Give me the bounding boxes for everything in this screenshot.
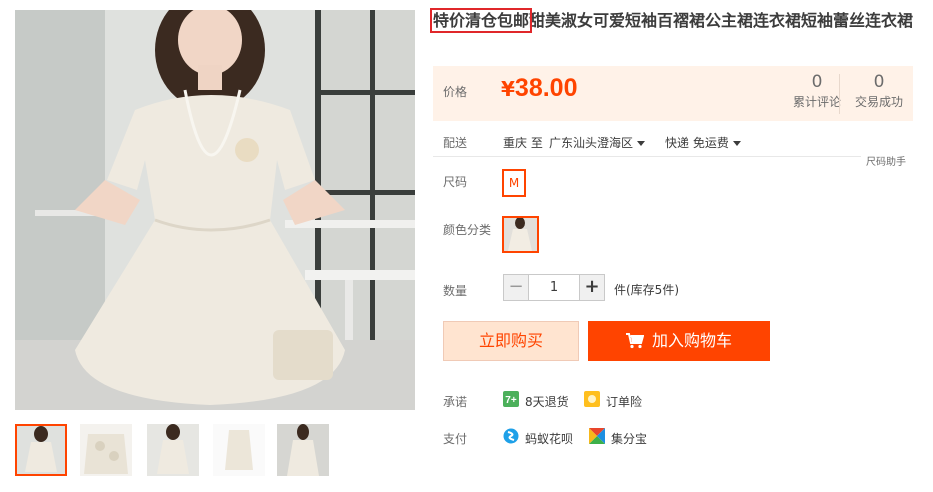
stat-divider: [839, 74, 840, 114]
reviews-count: 0: [811, 72, 823, 92]
size-label: 尺码: [443, 175, 468, 189]
quantity-increase-button[interactable]: +: [579, 274, 605, 301]
jifenbao-link[interactable]: 集分宝: [611, 430, 647, 447]
size-option-m[interactable]: M: [502, 169, 526, 197]
promise-label: 承诺: [443, 395, 468, 409]
title-text: 甜美淑女可爱短袖百褶裙公主裙连衣裙短袖蕾丝连衣裙: [529, 11, 914, 30]
thumbnail-1[interactable]: [15, 424, 67, 476]
thumbnail-3[interactable]: [147, 424, 199, 476]
price-number: 38.00: [514, 74, 578, 102]
thumbnail-image: [80, 424, 132, 476]
thumbnail-image: [17, 426, 65, 474]
thumbnail-5[interactable]: [277, 424, 329, 476]
reviews-stat[interactable]: 0 累计评论: [787, 71, 847, 110]
huabei-icon: [503, 428, 519, 444]
thumbnail-strip: [15, 424, 415, 480]
cart-icon: [625, 333, 645, 349]
payment-label: 支付: [443, 432, 468, 446]
quantity-input[interactable]: 1: [529, 274, 579, 301]
title-highlight: 特价清仓包邮: [429, 8, 533, 33]
reviews-label: 累计评论: [792, 95, 841, 109]
thumbnail-image: [277, 424, 329, 476]
return-policy-link[interactable]: 8天退货: [525, 393, 569, 410]
7plus-return-icon: 7+: [503, 391, 519, 407]
product-title: 特价清仓包邮甜美淑女可爱短袖百褶裙公主裙连衣裙短袖蕾丝连衣裙: [429, 8, 923, 33]
buy-now-button[interactable]: 立即购买: [443, 321, 579, 361]
quantity-decrease-button[interactable]: −: [503, 274, 529, 301]
thumbnail-2[interactable]: [80, 424, 132, 476]
size-helper-link[interactable]: 尺码助手: [866, 153, 906, 168]
add-to-cart-label: 加入购物车: [651, 331, 732, 350]
shipping-method: 快递 免运费: [665, 136, 729, 150]
shipping-from: 重庆 至: [503, 136, 543, 150]
shipping-destination: 广东汕头澄海区: [549, 136, 634, 150]
main-product-image[interactable]: [15, 10, 415, 410]
add-to-cart-button[interactable]: 加入购物车: [588, 321, 770, 361]
dress-photo: [15, 10, 415, 410]
color-label: 颜色分类: [443, 223, 492, 237]
sales-label: 交易成功: [854, 95, 903, 109]
thumbnail-image: [147, 424, 199, 476]
price-label: 价格: [443, 85, 468, 99]
sales-stat: 0 交易成功: [839, 71, 909, 114]
shipping-method-select[interactable]: 快递 免运费: [665, 134, 741, 151]
divider: [433, 156, 861, 157]
color-swatch-image: [504, 218, 537, 251]
huabei-link[interactable]: 蚂蚁花呗: [525, 430, 573, 447]
jifenbao-icon: [589, 428, 605, 444]
order-insurance-link[interactable]: 订单险: [606, 393, 642, 410]
price-panel: 价格 ¥38.00 0 累计评论 0 交易成功: [433, 66, 913, 121]
stock-text: 件(库存5件): [614, 283, 679, 297]
quantity-label: 数量: [443, 284, 468, 298]
thumbnail-4[interactable]: [213, 424, 265, 476]
shipping-label: 配送: [443, 136, 468, 150]
chevron-down-icon: [637, 141, 646, 146]
svg-text:7+: 7+: [505, 395, 517, 406]
thumbnail-image: [213, 424, 265, 476]
chevron-down-icon: [732, 141, 741, 146]
sales-count: 0: [873, 72, 885, 92]
color-option-1[interactable]: [502, 216, 539, 253]
currency-symbol: ¥: [501, 77, 515, 101]
price-value: ¥38.00: [501, 74, 577, 103]
shipping-destination-select[interactable]: 广东汕头澄海区: [549, 134, 646, 151]
insurance-icon: [584, 391, 600, 407]
